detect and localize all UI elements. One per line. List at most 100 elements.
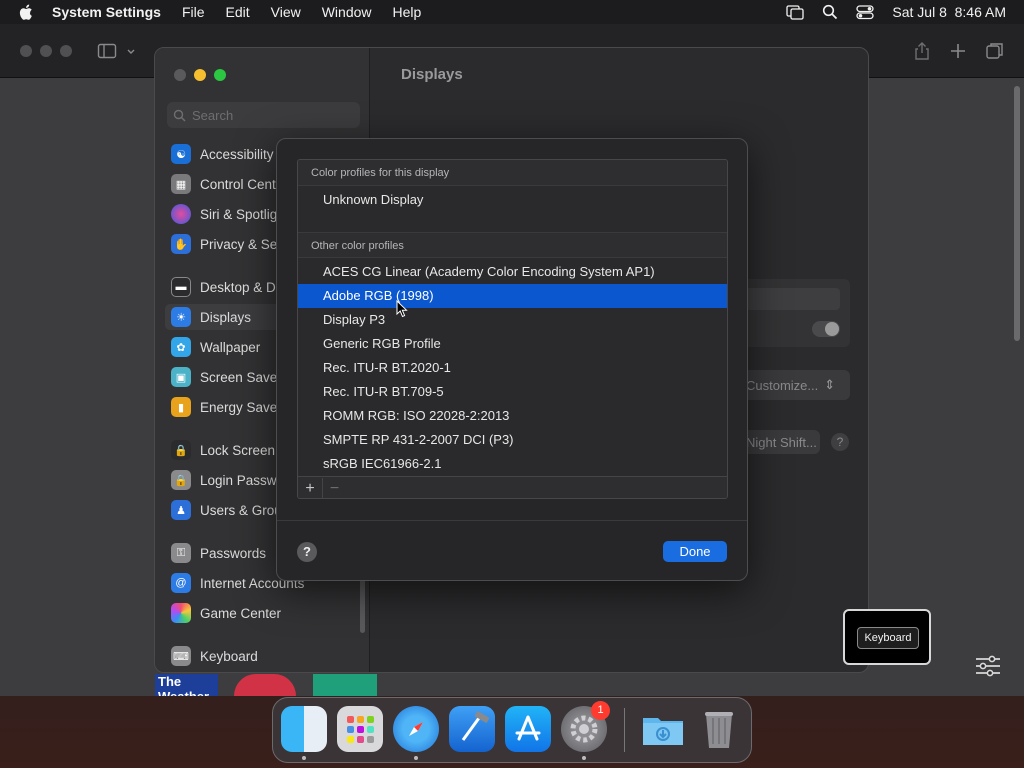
display-slider-track[interactable] <box>745 288 840 310</box>
settings-running-indicator <box>582 756 586 760</box>
minimize-button[interactable] <box>194 69 206 81</box>
profile-row-display-p3[interactable]: Display P3 <box>298 308 727 332</box>
sidebar-item-game-center[interactable]: Game Center <box>165 600 365 626</box>
mouse-cursor-icon <box>396 300 408 318</box>
safari-icon[interactable] <box>393 706 439 752</box>
list-footer: + − <box>298 476 727 499</box>
sheet-divider <box>277 520 747 521</box>
color-profiles-sheet: Color profiles for this display Unknown … <box>276 138 748 581</box>
menu-extras: Sat Jul 8 8:46 AM <box>786 4 1006 20</box>
sidebar-item-label: Game Center <box>200 605 282 621</box>
accessibility-icon: ☯ <box>171 144 191 164</box>
lock-icon: 🔒 <box>171 440 191 460</box>
night-shift-button[interactable]: Night Shift... <box>740 430 820 454</box>
profile-row-bt2020[interactable]: Rec. ITU-R BT.2020-1 <box>298 356 727 380</box>
sidebar-item-keyboard[interactable]: ⌨ Keyboard <box>165 643 365 669</box>
screen-saver-icon: ▣ <box>171 367 191 387</box>
page-title: Displays <box>401 66 463 83</box>
menu-bar: System Settings File Edit View Window He… <box>0 0 1024 24</box>
login-password-icon: 🔒 <box>171 470 191 490</box>
keyboard-button[interactable]: Keyboard <box>857 627 919 649</box>
display-toggle[interactable] <box>812 321 840 337</box>
done-button[interactable]: Done <box>663 541 727 562</box>
trash-icon[interactable] <box>696 706 742 752</box>
screen-mirroring-icon[interactable] <box>786 4 805 20</box>
browser-zoom-button[interactable] <box>60 45 72 57</box>
sidebar-item-label: Control Center <box>200 176 288 192</box>
downloads-folder-icon[interactable] <box>640 706 686 752</box>
profile-row-smpte-dci[interactable]: SMPTE RP 431-2-2007 DCI (P3) <box>298 428 727 452</box>
profile-row-generic-rgb[interactable]: Generic RGB Profile <box>298 332 727 356</box>
keyboard-viewer-overlay: Keyboard <box>843 609 931 665</box>
settings-search-input[interactable]: Search <box>167 102 360 128</box>
sidebar-item-label: Energy Saver <box>200 399 282 415</box>
search-icon <box>173 109 186 122</box>
menu-file[interactable]: File <box>182 4 205 20</box>
color-profiles-list: Color profiles for this display Unknown … <box>297 159 728 499</box>
battery-icon: ▮ <box>171 397 191 417</box>
customize-button[interactable]: Customize... ⇕ <box>740 370 850 400</box>
wallpaper-icon: ✿ <box>171 337 191 357</box>
xcode-icon[interactable] <box>449 706 495 752</box>
app-store-icon[interactable] <box>505 706 551 752</box>
tripadvisor-thumbnail[interactable] <box>313 674 377 696</box>
add-profile-button[interactable]: + <box>298 478 322 499</box>
search-placeholder: Search <box>192 107 234 123</box>
sidebar-item-label: Displays <box>200 309 252 325</box>
game-center-icon <box>171 603 191 623</box>
profile-row-srgb[interactable]: sRGB IEC61966-2.1 <box>298 452 727 476</box>
profile-row-bt709[interactable]: Rec. ITU-R BT.709-5 <box>298 380 727 404</box>
close-button[interactable] <box>174 69 186 81</box>
profile-row-romm-rgb[interactable]: ROMM RGB: ISO 22028-2:2013 <box>298 404 727 428</box>
menu-view[interactable]: View <box>271 4 301 20</box>
menu-app-name[interactable]: System Settings <box>52 4 161 20</box>
dock: 1 <box>272 697 752 763</box>
chevron-down-icon[interactable] <box>125 41 137 61</box>
sidebar-item-label: Lock Screen <box>200 442 276 458</box>
menu-help[interactable]: Help <box>393 4 422 20</box>
section-header-this-display: Color profiles for this display <box>298 160 727 186</box>
desktop-icon: ▬ <box>171 277 191 297</box>
dock-separator <box>624 708 625 752</box>
tab-overview-icon[interactable] <box>985 41 1005 61</box>
sidebar-toggle-icon[interactable] <box>97 41 117 61</box>
displays-icon: ☀ <box>171 307 191 327</box>
browser-close-button[interactable] <box>20 45 32 57</box>
chevron-updown-icon: ⇕ <box>824 377 836 392</box>
sidebar-item-label: Accessibility <box>200 146 274 162</box>
siri-icon <box>171 204 191 224</box>
spotlight-search-icon[interactable] <box>822 4 838 20</box>
profile-row-unknown-display[interactable]: Unknown Display <box>298 188 727 212</box>
yelp-thumbnail[interactable] <box>234 674 296 696</box>
notification-badge: 1 <box>591 701 610 720</box>
sidebar-item-label: Screen Saver <box>200 369 282 385</box>
sidebar-item-label: Wallpaper <box>200 339 261 355</box>
share-icon[interactable] <box>912 41 932 61</box>
control-center-menu-icon[interactable] <box>856 4 875 20</box>
hand-icon: ✋ <box>171 234 191 254</box>
menu-clock[interactable]: Sat Jul 8 8:46 AM <box>892 4 1006 20</box>
help-button[interactable]: ? <box>297 542 317 562</box>
profile-row-aces-cg[interactable]: ACES CG Linear (Academy Color Encoding S… <box>298 260 727 284</box>
keyboard-icon: ⌨ <box>171 646 191 666</box>
finder-running-indicator <box>302 756 306 760</box>
launchpad-icon[interactable] <box>337 706 383 752</box>
users-icon: ♟ <box>171 500 191 520</box>
new-tab-icon[interactable] <box>948 41 968 61</box>
control-center-icon: ▦ <box>171 174 191 194</box>
pane-help-button[interactable]: ? <box>831 433 849 451</box>
sliders-icon[interactable] <box>974 654 1002 678</box>
profile-row-adobe-rgb[interactable]: Adobe RGB (1998) <box>298 284 727 308</box>
menu-window[interactable]: Window <box>322 4 372 20</box>
weather-thumbnail[interactable]: The Weather <box>155 674 218 696</box>
at-icon: @ <box>171 573 191 593</box>
finder-icon[interactable] <box>281 706 327 752</box>
browser-minimize-button[interactable] <box>40 45 52 57</box>
apple-icon[interactable] <box>18 3 36 21</box>
menu-edit[interactable]: Edit <box>226 4 250 20</box>
browser-scrollbar[interactable] <box>1014 86 1020 341</box>
section-header-other: Other color profiles <box>298 232 727 258</box>
remove-profile-button[interactable]: − <box>322 477 346 498</box>
zoom-button[interactable] <box>214 69 226 81</box>
sidebar-item-label: Passwords <box>200 545 267 561</box>
